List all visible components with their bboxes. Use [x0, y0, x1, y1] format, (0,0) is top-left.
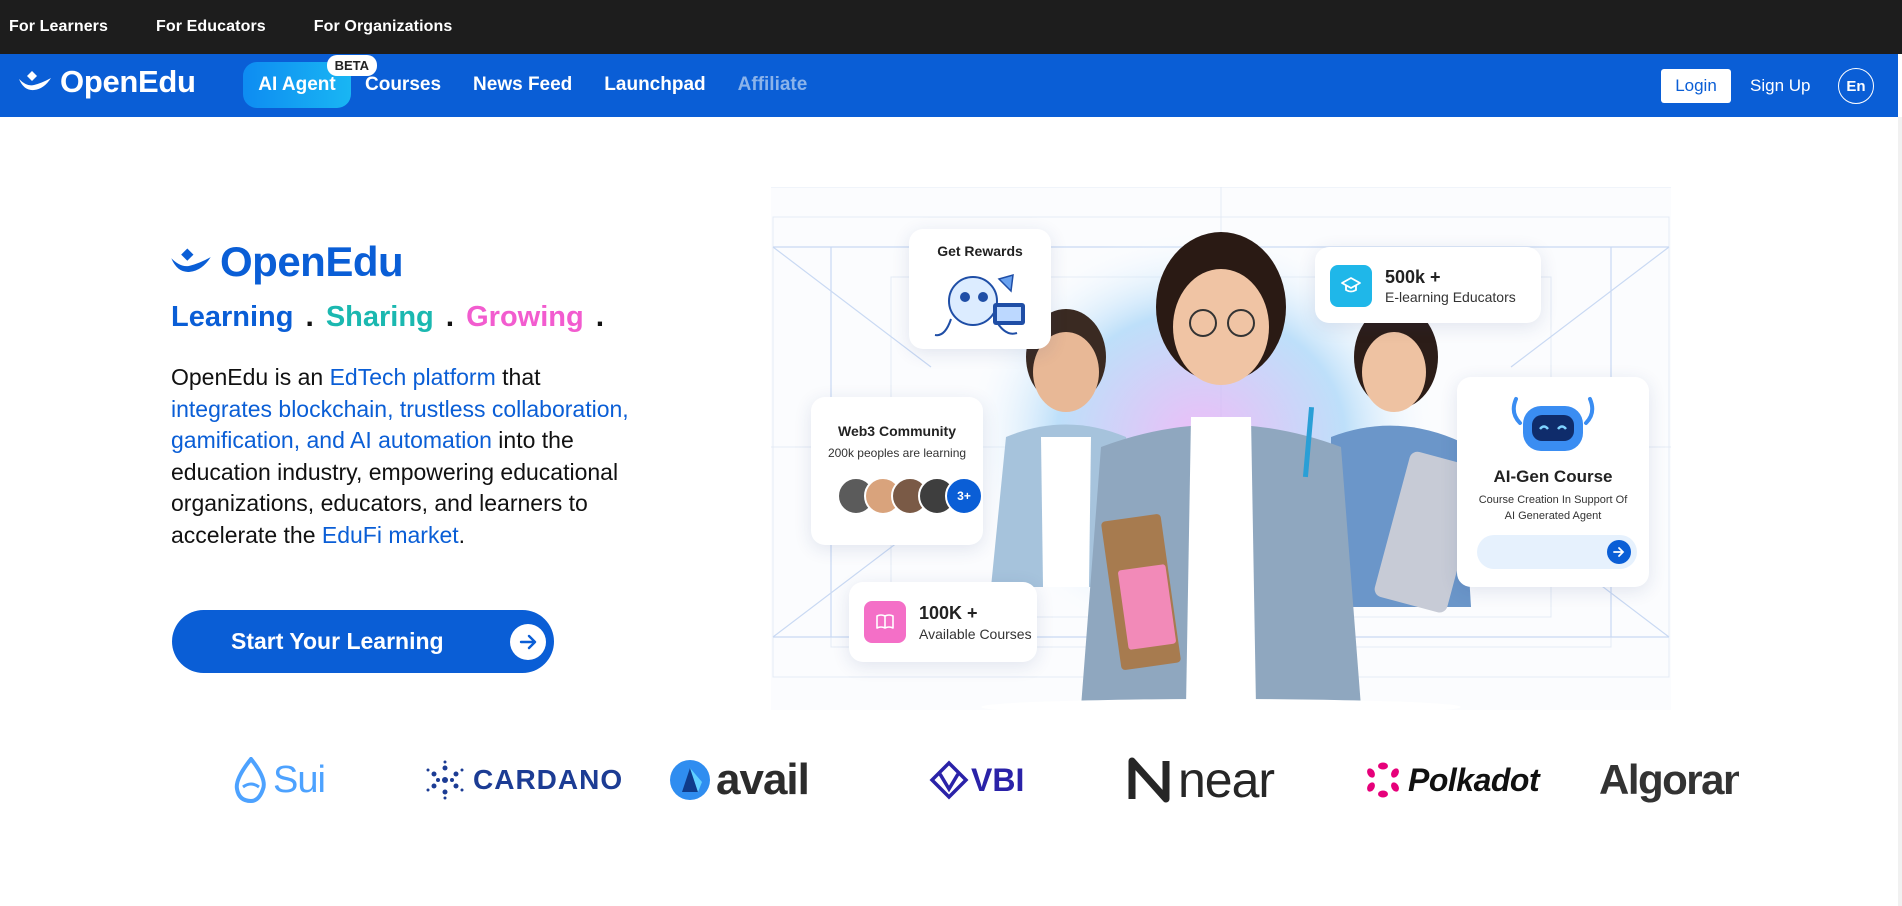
start-learning-button[interactable]: Start Your Learning — [172, 610, 554, 673]
login-button[interactable]: Login — [1661, 69, 1731, 103]
community-card: Web3 Community 200k peoples are learning… — [811, 397, 983, 545]
rewards-title: Get Rewards — [937, 243, 1023, 259]
edufi-market-highlight: EduFi market — [321, 521, 459, 548]
nav-brand: OpenEdu — [60, 64, 196, 99]
language-selector[interactable]: En — [1838, 68, 1874, 104]
nav-links: AI Agent BETA Courses News Feed Launchpa… — [243, 55, 839, 108]
nav-launchpad[interactable]: Launchpad — [604, 74, 705, 96]
for-organizations-link[interactable]: For Organizations — [314, 18, 453, 36]
near-icon — [1128, 757, 1170, 803]
tagline-sharing: Sharing — [325, 301, 434, 333]
mascot-icon — [934, 273, 1025, 337]
rewards-card: Get Rewards — [909, 229, 1051, 349]
ai-agent-label: AI Agent — [258, 74, 336, 95]
hero-description: OpenEdu is an EdTech platform that integ… — [171, 362, 631, 551]
hero-logo: OpenEdu — [170, 238, 404, 286]
signup-button[interactable]: Sign Up — [1750, 76, 1810, 96]
polkadot-icon — [1367, 762, 1399, 798]
cta-label: Start Your Learning — [231, 628, 444, 654]
partner-name: near — [1178, 752, 1275, 808]
partner-polkadot[interactable]: Polkadot — [1364, 740, 1540, 820]
nav-logo[interactable]: OpenEdu — [18, 64, 196, 100]
desc-text: that — [495, 364, 541, 390]
partner-name: Polkadot — [1408, 761, 1540, 798]
tagline-dot: . — [305, 300, 314, 333]
hero-illustration: Get Rewards Web3 Community 200k peoples … — [771, 187, 1671, 710]
community-subtitle: 200k peoples are learning — [827, 446, 967, 460]
page: For Learners For Educators For Organizat… — [0, 0, 1902, 906]
avail-icon — [670, 760, 710, 800]
partner-logos: Sui CARDANO avail VBI near Polkadot Algo… — [0, 740, 1898, 820]
scrollbar-track[interactable] — [1898, 117, 1902, 906]
graduation-cap-icon — [1330, 265, 1372, 307]
beta-badge: BETA — [326, 55, 377, 76]
hero-brand: OpenEdu — [220, 238, 404, 285]
more-members-badge: 3+ — [945, 477, 983, 515]
educators-count: 500k + — [1385, 267, 1441, 287]
avatar-group: 3+ — [837, 477, 987, 517]
tagline-growing: Growing — [466, 301, 584, 333]
edtech-platform-highlight: EdTech platform — [329, 364, 496, 390]
cardano-icon — [426, 760, 464, 800]
openedu-logo-icon — [171, 248, 211, 272]
ai-gen-card: AI-Gen Course Course Creation In Support… — [1457, 377, 1649, 587]
for-educators-link[interactable]: For Educators — [156, 18, 266, 36]
courses-label: Available Courses — [919, 626, 1032, 642]
main-nav: OpenEdu AI Agent BETA Courses News Feed … — [0, 54, 1898, 117]
nav-news-feed[interactable]: News Feed — [473, 74, 572, 96]
book-icon — [864, 601, 906, 643]
partner-vbi[interactable]: VBI — [929, 740, 1024, 820]
tagline-dot: . — [445, 300, 455, 333]
community-title: Web3 Community — [838, 423, 956, 439]
courses-count: 100K + — [919, 603, 978, 623]
hero-tagline: Learning . Sharing . Growing . — [171, 300, 616, 334]
nav-courses[interactable]: Courses — [365, 74, 441, 96]
desc-text: OpenEdu is an — [171, 364, 330, 390]
desc-text: . — [458, 521, 466, 548]
partner-name: Algorand — [1599, 756, 1739, 803]
partner-cardano[interactable]: CARDANO — [425, 740, 623, 820]
tagline-learning: Learning — [171, 301, 294, 333]
ai-gen-subtitle: Course Creation In Support Of AI Generat… — [1478, 494, 1628, 522]
partner-algorand[interactable]: Algorand — [1599, 740, 1739, 820]
partner-avail[interactable]: avail — [668, 740, 810, 820]
robot-icon — [1511, 397, 1595, 451]
ai-gen-title: AI-Gen Course — [1493, 467, 1613, 486]
vbi-icon — [929, 760, 969, 800]
partner-name: avail — [716, 755, 810, 804]
tagline-dot: . — [595, 300, 605, 333]
for-learners-link[interactable]: For Learners — [9, 18, 108, 36]
partner-name: Sui — [273, 758, 326, 801]
nav-ai-agent[interactable]: AI Agent BETA — [243, 55, 377, 108]
arrow-right-icon — [510, 624, 546, 660]
partner-name: VBI — [971, 761, 1025, 798]
partner-sui[interactable]: Sui — [233, 740, 326, 820]
nav-affiliate[interactable]: Affiliate — [738, 74, 808, 96]
partner-name: CARDANO — [473, 764, 624, 795]
openedu-logo-icon — [19, 71, 51, 91]
sui-drop-icon — [234, 757, 266, 803]
audience-bar: For Learners For Educators For Organizat… — [0, 0, 1902, 54]
courses-card: 100K + Available Courses — [849, 582, 1037, 662]
educators-card: 500k + E-learning Educators — [1315, 247, 1541, 323]
ai-gen-input — [1477, 535, 1637, 569]
arrow-right-icon — [1607, 540, 1631, 564]
partner-near[interactable]: near — [1126, 740, 1275, 820]
educators-label: E-learning Educators — [1385, 289, 1516, 305]
